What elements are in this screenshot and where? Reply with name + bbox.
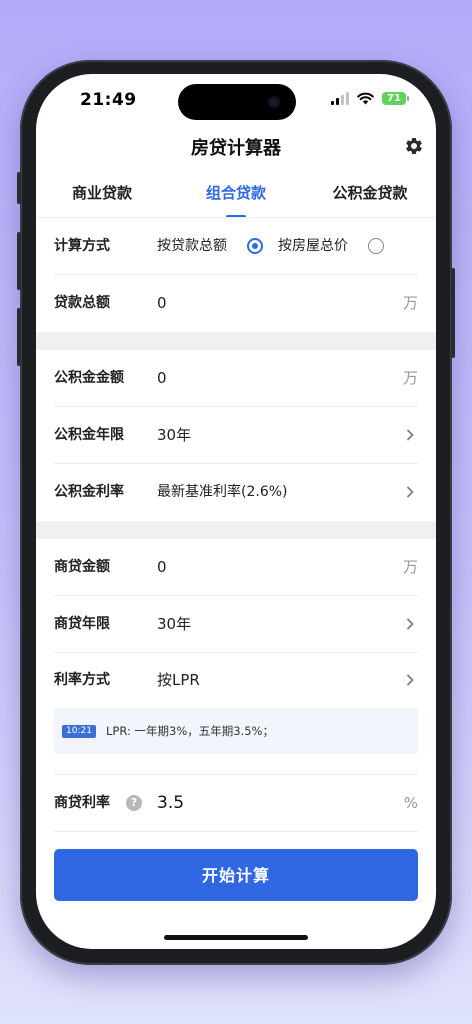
section-divider: [36, 332, 436, 350]
fund-amount-label: 公积金金额: [54, 370, 124, 386]
rate-method-value: 按LPR: [157, 671, 200, 689]
commercial-rate-unit: %: [403, 794, 418, 812]
loan-type-tabs: 商业贷款 组合贷款 公积金贷款: [36, 182, 436, 218]
option-by-house-price-radio[interactable]: [368, 238, 384, 254]
commercial-rate-row[interactable]: 商贷利率 ? 3.5 %: [54, 774, 418, 832]
page-title: 房贷计算器: [191, 138, 281, 159]
volume-up-button: [17, 232, 21, 290]
fund-term-row[interactable]: 公积金年限 30年: [54, 407, 418, 464]
chevron-right-icon: [406, 674, 414, 686]
chevron-right-icon: [406, 429, 414, 441]
fund-term-label: 公积金年限: [54, 427, 124, 443]
commercial-amount-input[interactable]: 0: [157, 539, 167, 595]
battery-icon: 71: [382, 92, 409, 105]
fund-rate-value: 最新基准利率(2.6%): [157, 484, 288, 500]
wifi-icon: [357, 92, 374, 105]
tab-combined-loan[interactable]: 组合贷款: [206, 182, 266, 203]
fund-term-value: 30年: [157, 426, 192, 444]
loan-total-input[interactable]: 0: [157, 275, 167, 331]
chevron-right-icon: [406, 486, 414, 498]
fund-amount-input[interactable]: 0: [157, 350, 167, 406]
tab-provident-fund-loan[interactable]: 公积金贷款: [332, 182, 407, 203]
dynamic-island: [178, 84, 296, 120]
fund-amount-row[interactable]: 公积金金额 0 万: [54, 350, 418, 407]
loan-total-row[interactable]: 贷款总额 0 万: [54, 275, 418, 331]
chevron-right-icon: [406, 618, 414, 630]
home-indicator[interactable]: [164, 935, 308, 940]
commercial-term-row[interactable]: 商贷年限 30年: [54, 596, 418, 653]
loan-total-label: 贷款总额: [54, 295, 110, 311]
lpr-tip-text: LPR: 一年期3%，五年期3.5%；: [106, 724, 274, 738]
rate-method-row[interactable]: 利率方式 按LPR: [54, 652, 418, 708]
commercial-amount-unit: 万: [402, 558, 418, 576]
camera-icon: [268, 96, 280, 108]
commercial-amount-row[interactable]: 商贷金额 0 万: [54, 539, 418, 596]
commercial-amount-label: 商贷金额: [54, 559, 110, 575]
tab-commercial-loan[interactable]: 商业贷款: [72, 182, 132, 203]
section-divider: [36, 521, 436, 539]
status-icons: 71: [331, 92, 409, 105]
rate-method-label: 利率方式: [54, 672, 110, 688]
app-screen: 21:49 71 房贷计算器 商业贷款 组合贷款 公积金贷款 计算方式 按贷款总…: [36, 74, 436, 949]
commercial-term-value: 30年: [157, 615, 192, 633]
lpr-date-badge: 10:21: [62, 725, 96, 738]
loan-total-unit: 万: [402, 294, 418, 312]
start-calculation-button[interactable]: 开始计算: [54, 849, 418, 901]
commercial-rate-label: 商贷利率: [54, 795, 110, 811]
calc-method-row: 计算方式 按贷款总额 按房屋总价: [54, 218, 418, 275]
volume-down-button: [17, 308, 21, 366]
option-by-loan-total-label[interactable]: 按贷款总额: [157, 218, 227, 274]
fund-rate-label: 公积金利率: [54, 484, 124, 500]
commercial-term-label: 商贷年限: [54, 616, 110, 632]
gear-icon[interactable]: [404, 136, 424, 156]
fund-amount-unit: 万: [402, 369, 418, 387]
fund-rate-row[interactable]: 公积金利率 最新基准利率(2.6%): [54, 464, 418, 520]
status-time: 21:49: [80, 90, 137, 110]
option-by-house-price-label[interactable]: 按房屋总价: [278, 218, 348, 274]
help-icon[interactable]: ?: [126, 795, 142, 811]
option-by-loan-total-radio[interactable]: [247, 238, 263, 254]
commercial-rate-input[interactable]: 3.5: [157, 775, 184, 831]
calc-method-label: 计算方式: [54, 238, 110, 254]
cellular-signal-icon: [331, 92, 349, 105]
lpr-tip: 10:21 LPR: 一年期3%，五年期3.5%；: [54, 708, 418, 754]
action-button: [17, 172, 21, 204]
power-button: [451, 268, 455, 358]
